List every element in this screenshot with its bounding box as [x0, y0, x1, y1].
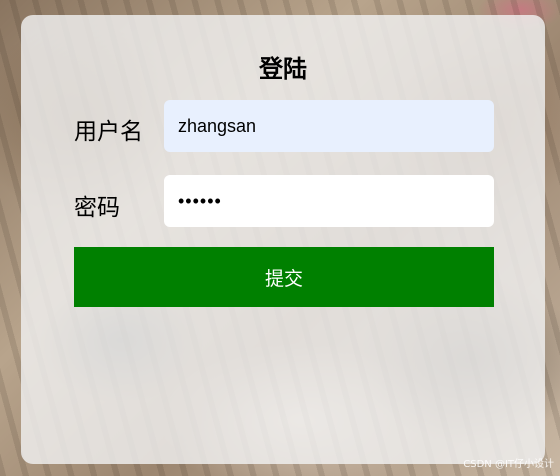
login-title: 登陆	[259, 55, 307, 83]
password-input[interactable]	[164, 175, 494, 227]
watermark: CSDN @IT仔小设计	[463, 459, 554, 470]
password-label: 密码	[74, 195, 120, 221]
submit-button[interactable]: 提交	[74, 247, 494, 307]
username-input[interactable]	[164, 100, 494, 152]
username-label: 用户名	[74, 119, 143, 145]
